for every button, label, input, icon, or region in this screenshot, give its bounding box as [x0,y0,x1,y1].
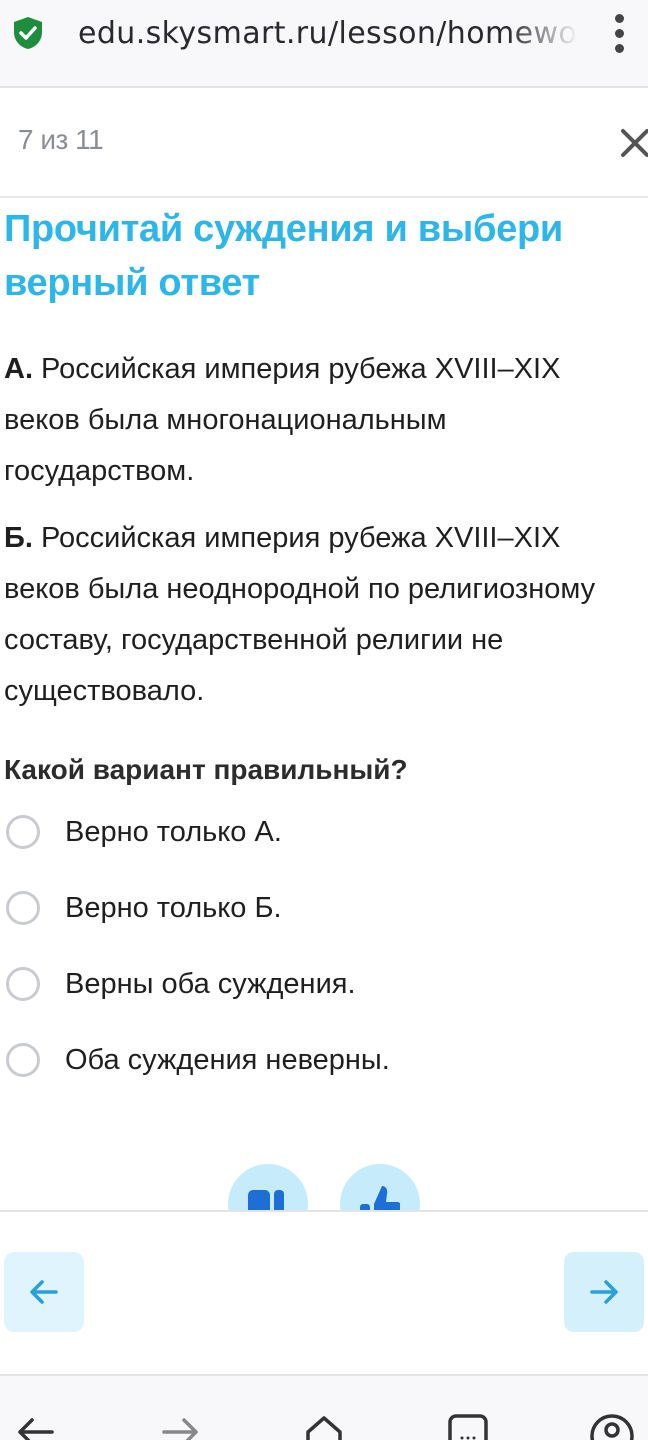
url-field[interactable]: edu.skysmart.ru/lesson/homework [78,14,578,54]
close-icon[interactable] [618,126,648,160]
task-title: Прочитай суждения и выбери верный ответ [4,208,563,304]
home-icon[interactable] [300,1408,348,1440]
tabs-icon[interactable] [444,1408,492,1440]
answer-option-4[interactable]: Оба суждения неверны. [4,1034,604,1086]
divider [0,1210,648,1212]
radio-button[interactable] [6,891,40,925]
radio-button[interactable] [6,1043,40,1077]
answer-option-label: Верно только А. [65,816,282,848]
radio-button[interactable] [6,815,40,849]
statement-a: А. Российская империя рубежа XVIII–XIX в… [4,344,640,497]
next-task-button[interactable] [564,1252,644,1332]
shield-check-icon[interactable] [12,16,44,50]
account-icon[interactable] [588,1408,636,1440]
feedback-bar [0,1160,648,1210]
answer-option-label: Оба суждения неверны. [65,1044,390,1076]
like-button[interactable] [340,1164,420,1210]
statement-a-prefix: А. [4,353,33,385]
statement-a-text: Российская империя рубежа XVIII–XIX веко… [4,353,561,487]
arrow-right-icon [590,1280,618,1304]
answer-option-1[interactable]: Верно только А. [4,806,604,858]
like-icon [360,1186,400,1210]
browser-address-bar: edu.skysmart.ru/lesson/homework [0,0,648,88]
statement-b-prefix: Б. [4,522,33,554]
arrow-left-icon [30,1280,58,1304]
lesson-header: 7 из 11 [0,90,648,198]
answer-option-label: Верны оба суждения. [65,968,356,1000]
answer-option-label: Верно только Б. [65,892,282,924]
forward-arrow-icon[interactable] [156,1408,204,1440]
dislike-icon [248,1190,284,1210]
previous-task-button[interactable] [4,1252,84,1332]
dislike-button[interactable] [228,1164,308,1210]
statement-b-text: Российская империя рубежа XVIII–XIX веко… [4,522,596,707]
answer-option-2[interactable]: Верно только Б. [4,882,604,934]
browser-bottom-toolbar [0,1374,648,1440]
statement-b: Б. Российская империя рубежа XVIII–XIX в… [4,513,640,717]
back-arrow-icon[interactable] [12,1408,60,1440]
question-text: Какой вариант правильный? [4,754,408,785]
answer-option-3[interactable]: Верны оба суждения. [4,958,604,1010]
radio-button[interactable] [6,967,40,1001]
kebab-menu-icon[interactable] [604,12,636,56]
task-progress: 7 из 11 [18,124,104,155]
